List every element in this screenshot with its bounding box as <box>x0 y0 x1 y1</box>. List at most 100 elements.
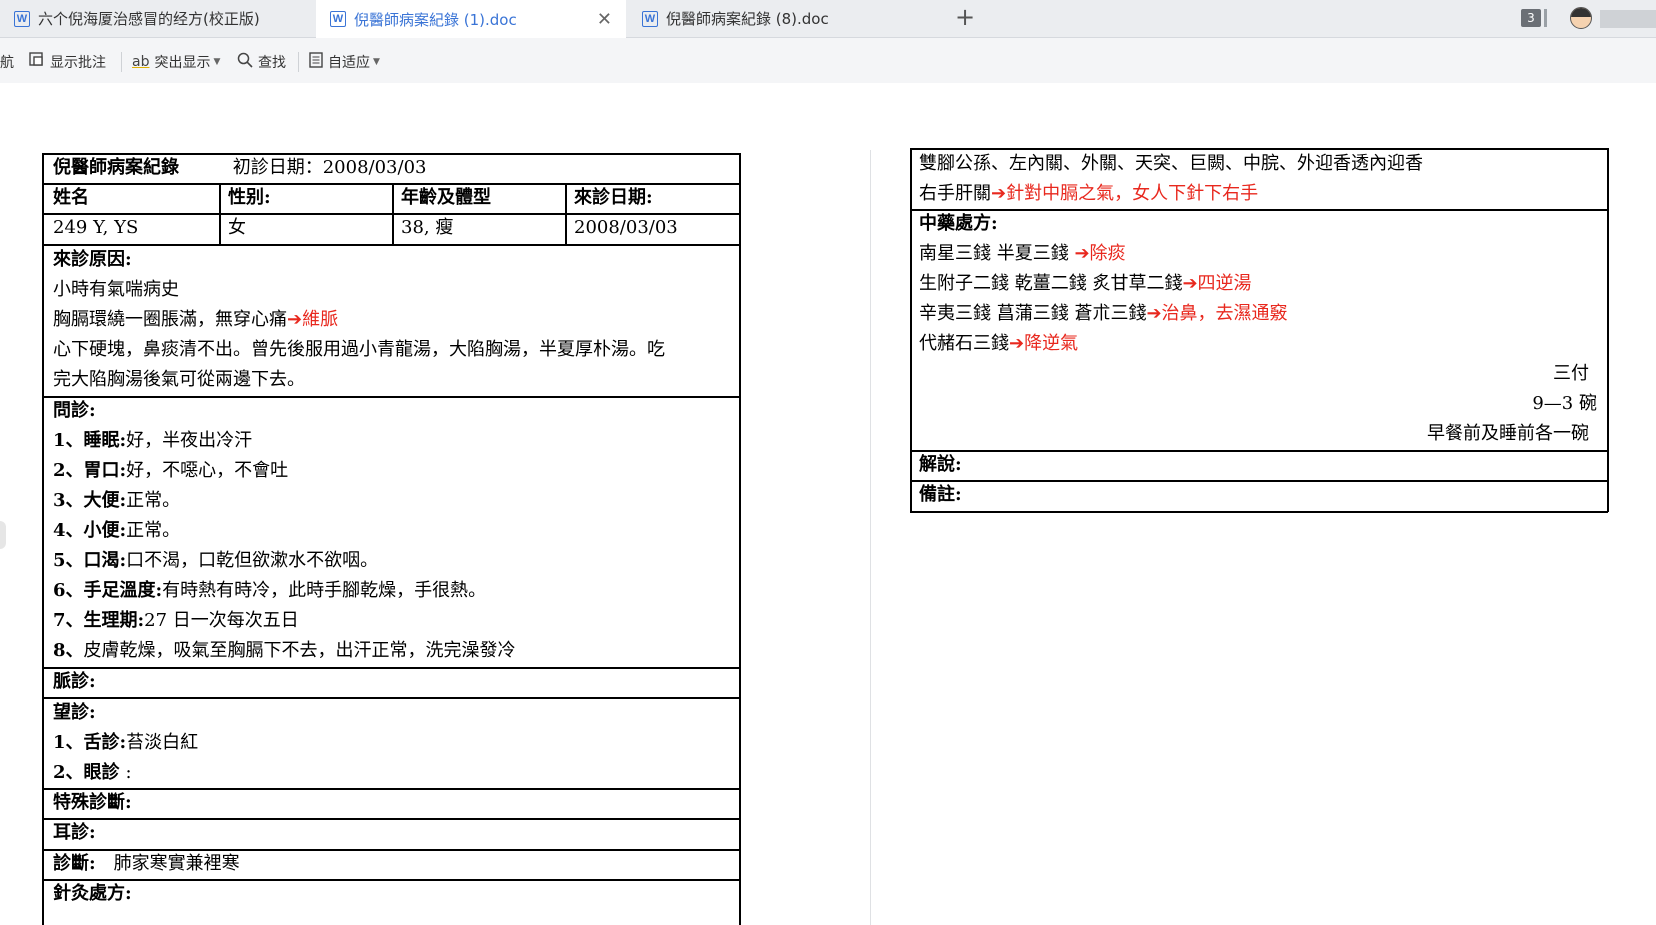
word-doc-icon: W <box>330 11 346 27</box>
toolbar-divider <box>121 52 122 72</box>
inquiry-key: 2、胃口: <box>53 460 127 481</box>
inquiry-item: 8、皮膚乾燥，吸氣至胸膈下不去，出汗正常，洗完澡發冷 <box>53 637 516 665</box>
table-border <box>910 450 1608 452</box>
reason-line: 完大陷胸湯後氣可從兩邊下去。 <box>53 369 305 390</box>
header-age-build: 年齡及體型 <box>401 187 491 208</box>
table-border <box>1607 148 1609 512</box>
value-age-build: 38, 瘦 <box>401 217 454 238</box>
herb-note: ➔除痰 <box>1074 243 1126 264</box>
tab-bar: W 六个倪海厦治感冒的经方(校正版) W 倪醫師病案紀錄 (1).doc ✕ W… <box>0 0 1656 38</box>
herb-line: 辛夷三錢 菖蒲三錢 蒼朮三錢➔治鼻，去濕通竅 <box>919 300 1288 328</box>
tab-document-1[interactable]: W 六个倪海厦治感冒的经方(校正版) <box>0 0 314 37</box>
diagnosis-label: 診斷: <box>53 853 96 874</box>
inquiry-key: 8、 <box>53 640 84 661</box>
tab-label: 倪醫師病案紀錄 (1).doc <box>354 10 517 29</box>
value-visit-date: 2008/03/03 <box>574 217 678 238</box>
chevron-down-icon: ▼ <box>373 57 380 67</box>
herb-line: 代赭石三錢➔降逆氣 <box>919 330 1078 358</box>
header-gender: 性别: <box>228 187 271 208</box>
herb-text: 辛夷三錢 菖蒲三錢 蒼朮三錢 <box>919 303 1147 324</box>
inquiry-value: 口不渴，口乾但欲漱水不欲咽。 <box>126 550 379 571</box>
first-visit-date: 初診日期：2008/03/03 <box>232 157 427 178</box>
tab-document-3[interactable]: W 倪醫師病案紀錄 (8).doc <box>628 0 942 37</box>
table-border <box>910 480 1608 482</box>
inquiry-value: 有時熱有時冷，此時手腳乾燥，手很熱。 <box>162 580 487 601</box>
inquiry-key: 4、小便: <box>53 520 127 541</box>
nav-button[interactable]: 導航 <box>0 52 14 72</box>
page-divider <box>870 150 871 925</box>
table-border <box>42 396 740 398</box>
page-fit-icon <box>309 52 323 72</box>
table-border <box>42 697 740 699</box>
reason-label: 來診原因: <box>53 249 132 270</box>
header-name: 姓名 <box>53 187 89 208</box>
reason-line: 心下硬塊，鼻痰清不出。曾先後服用過小青龍湯，大陷胸湯，半夏厚朴湯。吃 <box>53 339 665 360</box>
dose-timing: 早餐前及睡前各一碗 <box>1427 423 1589 444</box>
table-border <box>219 183 221 244</box>
reason-note: ➔維脈 <box>287 309 339 330</box>
herb-note: ➔治鼻，去濕通竅 <box>1146 303 1288 324</box>
tab-document-2-active[interactable]: W 倪醫師病案紀錄 (1).doc ✕ <box>316 0 626 38</box>
inquiry-item: 3、大便:正常。 <box>53 487 180 515</box>
word-doc-icon: W <box>14 10 30 27</box>
fit-label: 自适应 <box>328 55 370 71</box>
inquiry-value: 皮膚乾燥，吸氣至胸膈下不去，出汗正常，洗完澡發冷 <box>83 640 516 661</box>
inquiry-key: 3、大便: <box>53 490 127 511</box>
header-visit-date: 來診日期: <box>574 187 653 208</box>
inquiry-value: 好，不噁心，不會吐 <box>126 460 289 481</box>
find-label: 查找 <box>258 55 286 71</box>
herb-label: 中藥處方: <box>919 213 998 234</box>
herb-note: ➔四逆湯 <box>1182 273 1252 294</box>
look-value: : <box>125 762 132 783</box>
diagnosis-value: 肺家寒實兼裡寒 <box>113 853 240 874</box>
ear-diagnosis-label: 耳診: <box>53 822 96 843</box>
herb-text: 代赭石三錢 <box>919 333 1009 354</box>
scroll-handle[interactable] <box>0 521 6 549</box>
user-name-bar[interactable] <box>1600 10 1656 28</box>
look-value: 苔淡白紅 <box>126 732 199 753</box>
acupuncture-label: 針灸處方: <box>53 883 132 904</box>
comment-icon <box>29 52 45 72</box>
record-title-row: 倪醫師病案紀錄 初診日期：2008/03/03 <box>53 154 426 182</box>
inquiry-item: 5、口渴:口不渴，口乾但欲漱水不欲咽。 <box>53 547 378 575</box>
diagnosis-row: 診斷: 肺家寒實兼裡寒 <box>53 850 240 878</box>
special-diagnosis-label: 特殊診斷: <box>53 792 132 813</box>
tab-label: 倪醫師病案紀錄 (8).doc <box>666 10 829 28</box>
record-title: 倪醫師病案紀錄 <box>53 157 179 178</box>
table-border <box>42 667 740 669</box>
inquiry-key: 6、手足溫度: <box>53 580 163 601</box>
look-item: 1、舌診:苔淡白紅 <box>53 729 198 757</box>
table-border <box>739 153 741 925</box>
inquiry-key: 5、口渴: <box>53 550 127 571</box>
value-name: 249 Y, YS <box>53 217 139 238</box>
show-comments-button[interactable]: 显示批注 <box>29 52 106 72</box>
herb-text: 南星三錢 半夏三錢 <box>919 243 1075 264</box>
close-icon[interactable]: ✕ <box>597 9 612 30</box>
inquiry-item: 4、小便:正常。 <box>53 517 180 545</box>
highlight-button[interactable]: ab 突出显示 ▼ <box>132 52 220 72</box>
reader-toolbar: 導航 显示批注 ab 突出显示 ▼ 查找 自适应 ▼ <box>0 38 1656 83</box>
inquiry-value: 正常。 <box>126 490 181 511</box>
inquiry-item: 7、生理期:27 日一次每次五日 <box>53 607 299 635</box>
look-key: 1、舌診: <box>53 732 127 753</box>
inquiry-label: 問診: <box>53 400 96 421</box>
user-avatar[interactable] <box>1570 7 1592 29</box>
tab-label: 六个倪海厦治感冒的经方(校正版) <box>38 10 260 28</box>
reason-text: 胸膈環繞一圈脹滿，無穿心痛 <box>53 309 287 330</box>
look-key: 2、眼診 <box>53 762 120 783</box>
table-border <box>42 153 44 925</box>
value-gender: 女 <box>228 217 246 238</box>
window-count-badge[interactable]: 3 <box>1521 9 1541 27</box>
acupuncture-line: 右手肝關➔針對中膈之氣，女人下針下右手 <box>919 180 1258 208</box>
new-tab-plus-icon[interactable]: + <box>955 3 975 31</box>
find-button[interactable]: 查找 <box>237 52 286 72</box>
table-border <box>565 183 567 244</box>
look-label: 望診: <box>53 702 96 723</box>
explanation-label: 解說: <box>919 454 962 475</box>
search-icon <box>237 52 253 72</box>
table-border <box>910 209 1608 211</box>
dose-water: 9—3 碗 <box>1532 393 1597 414</box>
acupuncture-text: 右手肝關 <box>919 183 991 204</box>
fit-button[interactable]: 自适应 ▼ <box>309 52 380 72</box>
table-border <box>910 511 1608 513</box>
